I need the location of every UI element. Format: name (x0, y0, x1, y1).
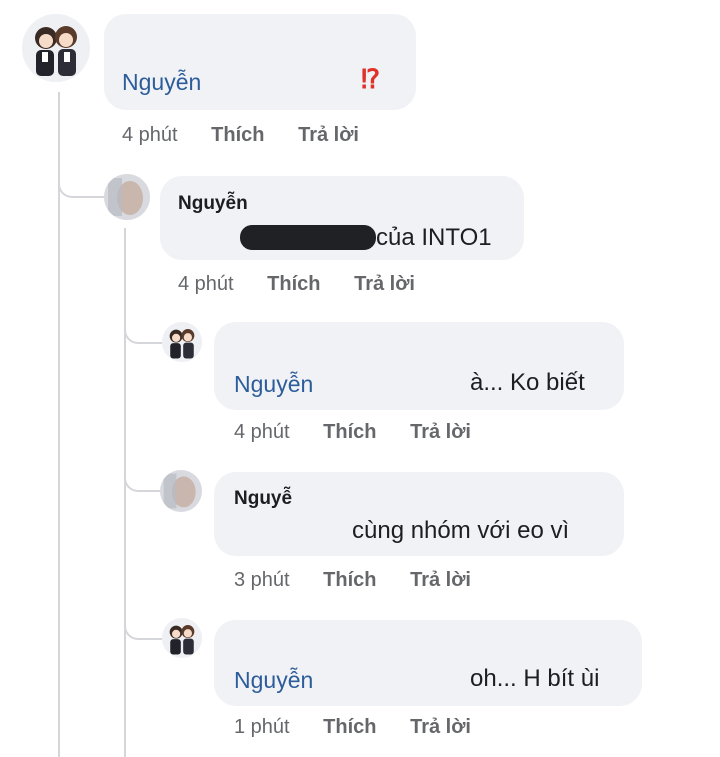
anime-avatar-icon (162, 322, 202, 362)
comment-text: cùng nhóm với eo vì (352, 517, 570, 544)
thread-connector (124, 300, 166, 344)
reply-button[interactable]: Trả lời (410, 569, 471, 591)
reply-button[interactable]: Trả lời (298, 124, 359, 146)
anime-avatar-icon (162, 618, 202, 658)
comment-text: à... Ko biết (470, 369, 585, 396)
reply-button[interactable]: Trả lời (410, 421, 471, 443)
comment-author-link[interactable]: Nguyễ (234, 488, 292, 510)
like-button[interactable]: Thích (267, 273, 320, 295)
avatar[interactable] (162, 322, 202, 362)
anime-avatar-icon (22, 14, 90, 82)
like-button[interactable]: Thích (323, 421, 376, 443)
comment-author-link[interactable]: Nguyễn (178, 193, 248, 215)
comment-text: oh... H bít ùi (470, 665, 600, 692)
comment-time: 4 phút (122, 124, 178, 146)
comment-author-link[interactable]: Nguyễn (234, 667, 313, 694)
comment-meta: 4 phút Thích Trả lời (178, 273, 443, 296)
comment-author-link[interactable]: Nguyễn (122, 69, 201, 96)
person-avatar-icon (104, 174, 150, 220)
reply-button[interactable]: Trả lời (410, 716, 471, 738)
comment-meta: 3 phút Thích Trả lời (234, 569, 499, 592)
avatar[interactable] (22, 14, 90, 82)
comment-time: 3 phút (234, 569, 290, 591)
redacted-text (240, 225, 376, 250)
thread-connector (124, 596, 166, 640)
avatar[interactable] (160, 470, 202, 512)
comment-time: 1 phút (234, 716, 290, 738)
comment-author-link[interactable]: Nguyễn (234, 371, 313, 398)
comment-time: 4 phút (234, 421, 290, 443)
avatar[interactable] (104, 174, 150, 220)
comment-time: 4 phút (178, 273, 234, 295)
reply-button[interactable]: Trả lời (354, 273, 415, 295)
like-button[interactable]: Thích (211, 124, 264, 146)
comment-meta: 4 phút Thích Trả lời (122, 124, 387, 147)
thread-connector (58, 150, 106, 198)
like-button[interactable]: Thích (323, 569, 376, 591)
avatar[interactable] (162, 618, 202, 658)
comment-meta: 4 phút Thích Trả lời (234, 421, 499, 444)
like-button[interactable]: Thích (323, 716, 376, 738)
exclamation-question-icon: ⁉ (361, 64, 380, 94)
comment-meta: 1 phút Thích Trả lời (234, 716, 499, 739)
person-avatar-icon (160, 470, 202, 512)
comment-text: của INTO1 (376, 224, 492, 251)
